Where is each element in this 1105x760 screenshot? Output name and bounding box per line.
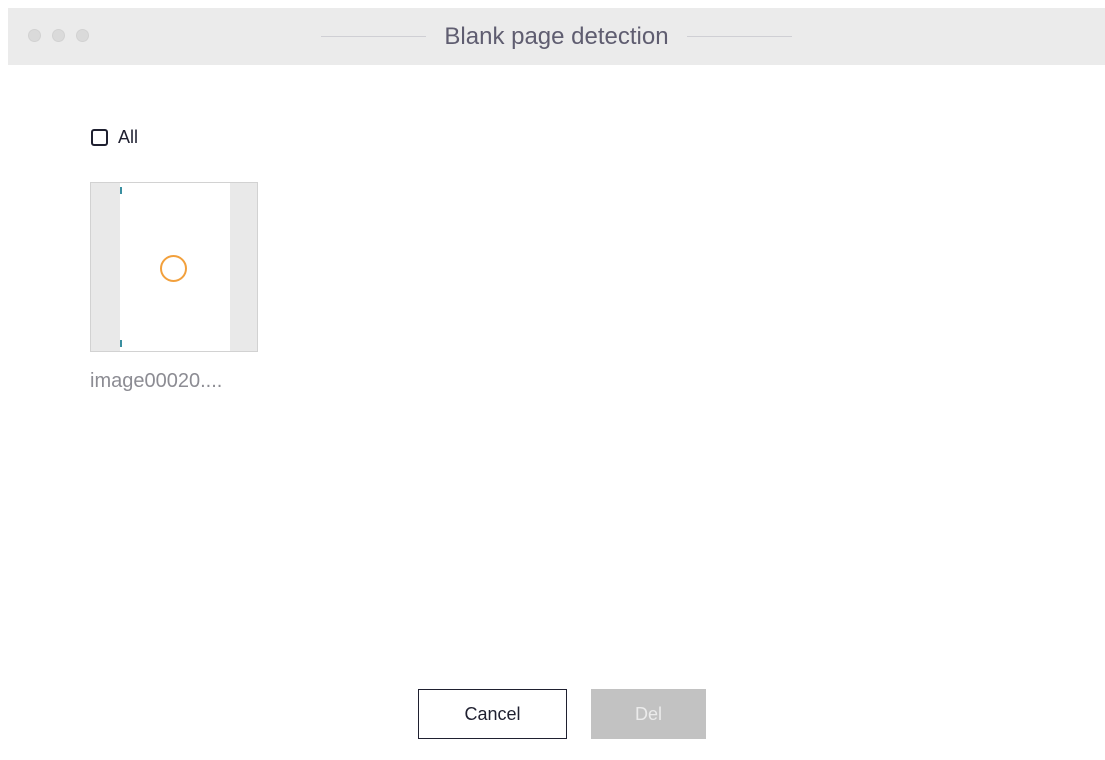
window-title: Blank page detection xyxy=(444,22,669,50)
page-edge-mark-bottom xyxy=(120,340,122,347)
dialog-window: Blank page detection All image00020.... … xyxy=(8,8,1105,760)
title-area: Blank page detection xyxy=(8,8,1105,65)
page-edge-mark-top xyxy=(120,187,122,194)
select-all-checkbox[interactable]: All xyxy=(91,127,138,148)
cancel-button[interactable]: Cancel xyxy=(418,689,567,739)
delete-button[interactable]: Del xyxy=(591,689,706,739)
title-bar: Blank page detection xyxy=(8,8,1105,65)
page-thumbnail[interactable] xyxy=(90,182,258,352)
radio-circle-icon[interactable] xyxy=(160,255,187,282)
select-all-label: All xyxy=(118,127,139,147)
checkbox-icon[interactable] xyxy=(91,129,108,146)
title-divider-left xyxy=(321,36,427,37)
title-divider-right xyxy=(686,36,792,37)
thumbnail-filename: image00020.... xyxy=(90,370,223,392)
